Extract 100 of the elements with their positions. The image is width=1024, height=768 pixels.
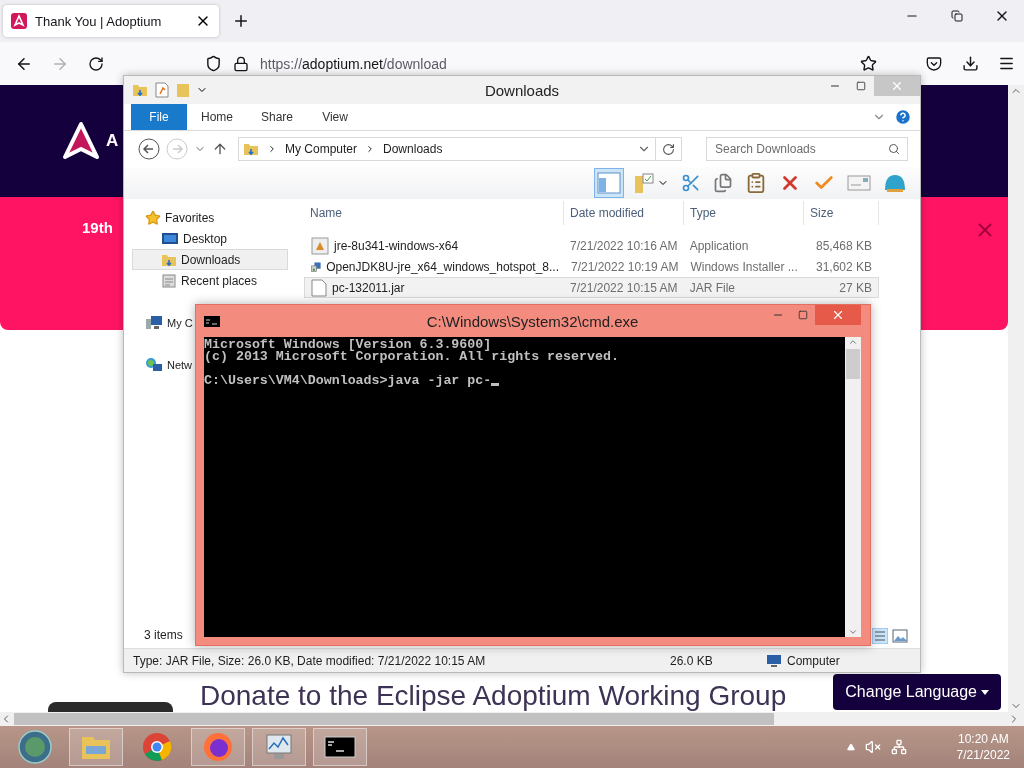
file-row[interactable]: OpenJDK8U-jre_x64_windows_hotspot_8... 7/21/2022 10:19 AM Windows Installer ... 31,602 KB bbox=[304, 256, 879, 277]
round-logo-icon[interactable] bbox=[142, 732, 172, 762]
paste-icon[interactable] bbox=[745, 172, 767, 194]
column-header[interactable]: Name bbox=[304, 201, 564, 225]
address-bar[interactable]: My Computer Downloads bbox=[238, 137, 656, 161]
size-cell-text: 27 KB bbox=[838, 280, 873, 295]
refresh-icon[interactable] bbox=[662, 142, 675, 156]
type-cell-text: Application bbox=[688, 238, 750, 253]
status-details: Type: JAR File, Size: 26.0 KB, Date modified: 7/21/2022 10:15 AM bbox=[133, 653, 487, 668]
ribbon-tab[interactable]: Home bbox=[187, 104, 247, 130]
dark-button[interactable] bbox=[48, 702, 173, 712]
lock-icon[interactable] bbox=[233, 55, 249, 72]
ribbon-tab[interactable]: View bbox=[307, 104, 364, 130]
url-field[interactable]: https://adoptium.net/download bbox=[260, 55, 447, 72]
desktop-icon bbox=[161, 231, 179, 246]
blank-file-icon bbox=[311, 278, 327, 297]
column-header[interactable]: Type bbox=[684, 201, 804, 225]
search-icon[interactable] bbox=[888, 143, 900, 155]
horizontal-scrollbar[interactable] bbox=[0, 712, 1024, 726]
browser-tab[interactable]: Thank You | Adoptium bbox=[3, 5, 219, 37]
scroll-down-icon[interactable] bbox=[848, 627, 858, 637]
new-tab-icon[interactable] bbox=[232, 12, 250, 30]
computer-icon bbox=[766, 653, 782, 668]
type-cell-text: JAR File bbox=[688, 280, 736, 295]
shell-icon[interactable] bbox=[883, 172, 907, 194]
type-cell-text: Windows Installer ... bbox=[689, 259, 799, 274]
terminal-icon[interactable] bbox=[324, 736, 356, 758]
up-icon[interactable] bbox=[212, 141, 228, 157]
text-cursor bbox=[491, 383, 500, 386]
shield-icon[interactable] bbox=[204, 55, 222, 72]
start-orb-icon[interactable] bbox=[18, 730, 52, 764]
preview-pane-button[interactable] bbox=[594, 168, 624, 198]
star-icon bbox=[145, 209, 161, 226]
maximize-icon[interactable] bbox=[798, 310, 808, 320]
reload-icon[interactable] bbox=[88, 55, 104, 72]
menu-icon[interactable] bbox=[997, 55, 1015, 72]
scroll-up-icon[interactable] bbox=[848, 337, 858, 347]
size-cell-text: 31,602 KB bbox=[814, 259, 873, 274]
copy-icon[interactable] bbox=[713, 173, 733, 193]
back-icon[interactable] bbox=[138, 138, 160, 160]
folder-check-icon[interactable] bbox=[633, 172, 655, 194]
nav-item[interactable]: Netw bbox=[128, 354, 196, 375]
monitor-chart-icon[interactable] bbox=[264, 733, 294, 761]
date-cell-text: 7/21/2022 10:16 AM bbox=[569, 238, 679, 253]
clock-time: 10:20 AM bbox=[957, 731, 1009, 747]
column-header[interactable]: Date modified bbox=[564, 201, 684, 225]
nav-item[interactable]: Recent places bbox=[132, 270, 261, 291]
file-name: pc-132011.jar bbox=[332, 280, 405, 295]
window-title: Downloads bbox=[483, 81, 561, 99]
network-icon bbox=[145, 356, 163, 373]
search-field[interactable]: Search Downloads bbox=[706, 137, 908, 161]
file-name: jre-8u341-windows-x64 bbox=[334, 238, 459, 253]
thumbnail-view-icon[interactable] bbox=[892, 628, 908, 644]
column-header[interactable]: Size bbox=[804, 201, 879, 225]
terminal-icon[interactable] bbox=[204, 315, 220, 327]
section-heading: Donate to the Eclipse Adoptium Working Group bbox=[200, 679, 787, 712]
properties-icon[interactable] bbox=[154, 82, 170, 98]
network-icon[interactable] bbox=[890, 739, 907, 755]
file-row[interactable]: jre-8u341-windows-x64 7/21/2022 10:16 AM Application 85,468 KB bbox=[304, 235, 879, 256]
ribbon-tab[interactable]: Share bbox=[247, 104, 308, 130]
size-cell-text: 85,468 KB bbox=[814, 238, 873, 253]
card-icon[interactable] bbox=[847, 175, 871, 191]
file-name: OpenJDK8U-jre_x64_windows_hotspot_8... bbox=[326, 259, 559, 274]
maximize-icon[interactable] bbox=[856, 81, 866, 91]
nav-item[interactable]: Desktop bbox=[132, 228, 231, 249]
computer-icon bbox=[145, 314, 163, 331]
fox-logo-icon[interactable] bbox=[203, 732, 233, 762]
banner-text: 19th bbox=[82, 219, 113, 236]
ribbon-tab[interactable]: File bbox=[131, 104, 187, 130]
tab-title: Thank You | Adoptium bbox=[35, 13, 163, 29]
nav-item[interactable]: My C bbox=[128, 312, 196, 333]
download-icon[interactable] bbox=[961, 55, 979, 72]
clock-date: 7/21/2022 bbox=[956, 747, 1010, 763]
status-size: 26.0 KB bbox=[670, 653, 714, 668]
change-language-button[interactable]: Change Language bbox=[833, 674, 1001, 710]
console-line: C:\Users\VM4\Downloads>java -jar pc- bbox=[204, 375, 492, 387]
details-view-icon[interactable] bbox=[872, 628, 888, 644]
nav-item[interactable]: Favorites bbox=[128, 207, 218, 228]
caret-icon bbox=[981, 689, 989, 695]
file-row[interactable]: pc-132011.jar 7/21/2022 10:15 AM JAR File 27 KB bbox=[304, 277, 879, 298]
item-count: 3 items bbox=[144, 628, 183, 642]
recent-places-icon bbox=[161, 272, 177, 289]
date-cell-text: 7/21/2022 10:19 AM bbox=[570, 259, 680, 274]
console-line: (c) 2013 Microsoft Corporation. All rights reserved. bbox=[204, 351, 619, 363]
restore-icon[interactable] bbox=[950, 10, 963, 22]
vertical-scrollbar[interactable] bbox=[845, 337, 861, 637]
show-hidden-icon[interactable] bbox=[846, 743, 855, 751]
pocket-icon[interactable] bbox=[926, 55, 942, 72]
help-icon[interactable] bbox=[894, 108, 912, 126]
vertical-scrollbar[interactable] bbox=[1008, 85, 1024, 712]
folder-icon[interactable] bbox=[132, 82, 148, 98]
brand-logo-icon bbox=[62, 121, 100, 161]
site-logo-icon bbox=[11, 13, 27, 29]
bookmark-star-icon[interactable] bbox=[859, 55, 877, 72]
nav-item[interactable]: Downloads bbox=[132, 249, 288, 270]
console-line: Microsoft Windows [Version 6.3.9600] bbox=[204, 339, 492, 351]
muted-speaker-icon[interactable] bbox=[864, 739, 881, 755]
cut-icon[interactable] bbox=[681, 173, 701, 193]
window-title: C:\Windows\System32\cmd.exe bbox=[425, 312, 640, 330]
scroll-thumb[interactable] bbox=[846, 349, 860, 379]
